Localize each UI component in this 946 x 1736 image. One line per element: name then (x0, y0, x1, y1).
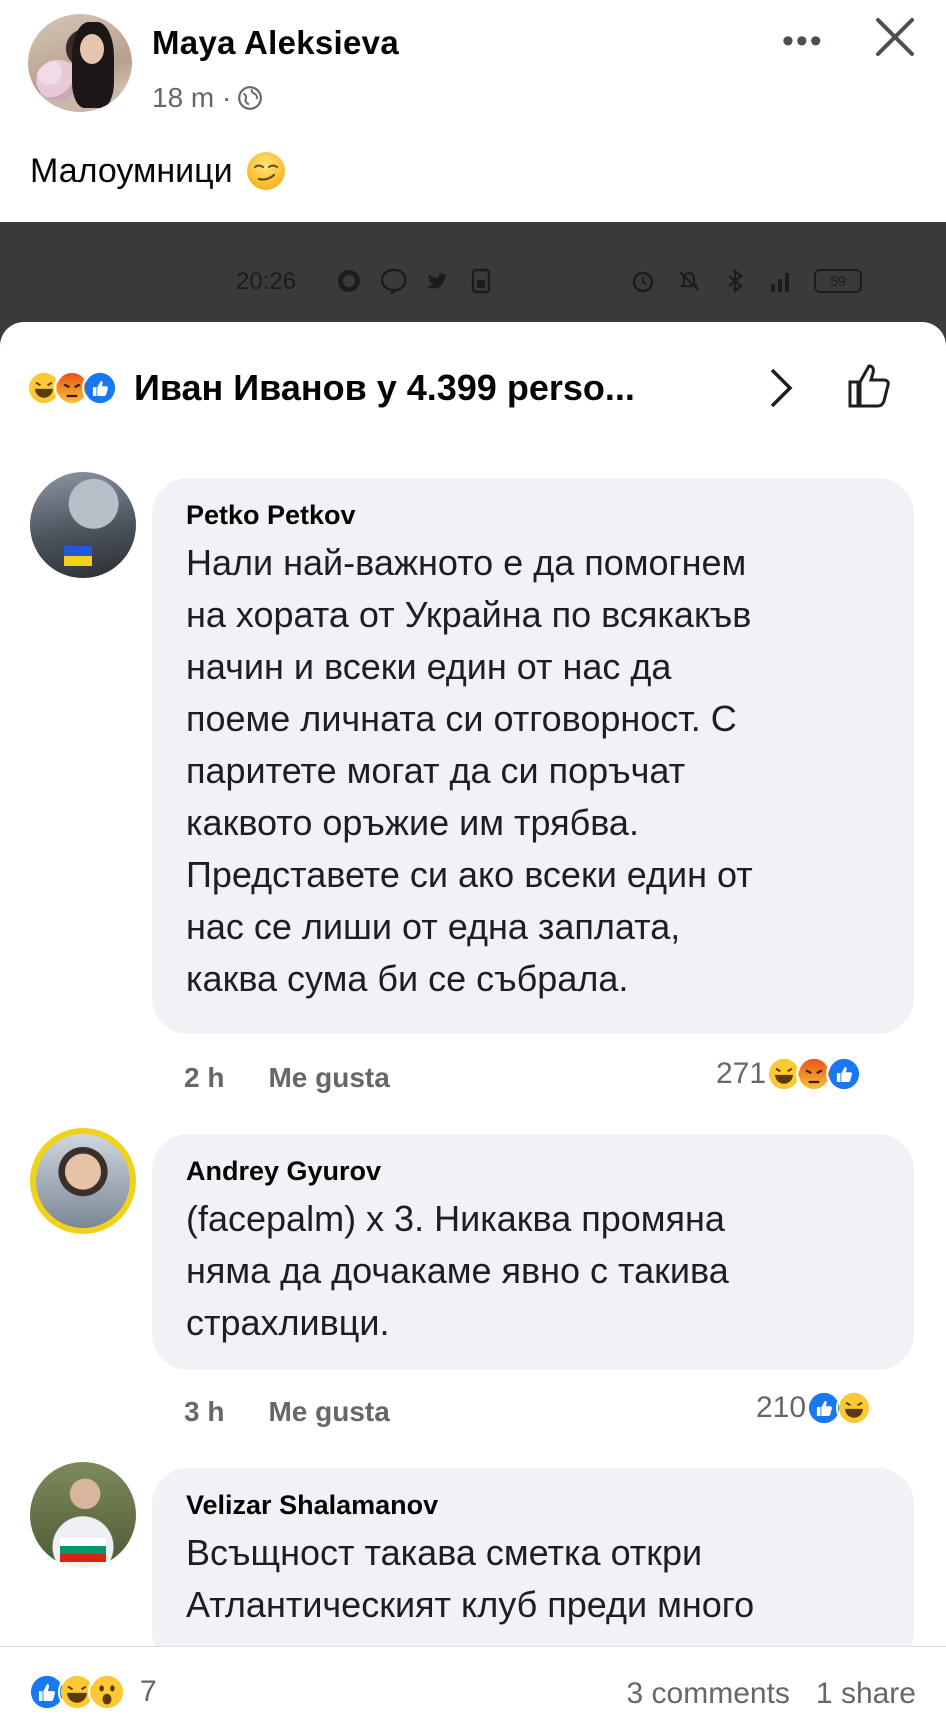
comment-bubble: Andrey Gyurov (facepalm) x 3. Никаква пр… (152, 1134, 914, 1370)
messenger-icon (380, 268, 406, 294)
comment-line: нас се лиши от една заплата, (186, 906, 681, 947)
like-reaction-icon (82, 370, 118, 406)
reaction-stack (806, 1390, 873, 1426)
comment-footer: 3 h Me gusta (184, 1396, 390, 1428)
post-text-content: Малоумници (30, 151, 233, 190)
chevron-right-icon[interactable] (766, 364, 796, 412)
comment-line: каква сума би се събрала. (186, 958, 629, 999)
commenter-avatar[interactable] (30, 1128, 136, 1234)
post-time[interactable]: 18 m · (152, 82, 231, 114)
avatar-flag-green (60, 1546, 106, 1554)
status-left-icons (336, 268, 494, 294)
more-dots-icon[interactable]: ••• (782, 22, 824, 61)
alarm-icon (632, 271, 654, 293)
reactions-sheet: Иван Иванов y 4.399 perso... Petko Petko… (0, 322, 946, 1646)
post-meta: 18 m · (152, 82, 263, 114)
comment-bubble: Velizar Shalamanov Всъщност такава сметк… (152, 1468, 914, 1646)
avatar-flag (60, 1538, 106, 1546)
post-text: Малоумници (30, 150, 287, 192)
comment-time: 3 h (184, 1396, 225, 1427)
reaction-count: 7 (140, 1675, 157, 1708)
reaction-stack (26, 370, 118, 406)
comment-line: няма да дочакаме явно с такива (186, 1250, 729, 1291)
comments-count[interactable]: 3 comments (627, 1677, 790, 1711)
comment-footer: 2 h Me gusta (184, 1062, 390, 1094)
commenter-name[interactable]: Petko Petkov (186, 500, 880, 531)
globe-icon (238, 86, 263, 110)
reactions-header[interactable]: Иван Иванов y 4.399 perso... (26, 358, 926, 418)
comment-bubble: Petko Petkov Нали най-важното е да помог… (152, 478, 914, 1034)
reactions-summary: Иван Иванов y 4.399 perso... (134, 367, 635, 408)
comment-line: Представете си ако всеки един от (186, 854, 753, 895)
reaction-stack (766, 1056, 863, 1092)
phone-status-bar: 20:26 59 (0, 222, 946, 322)
comment-line: Нали най-важното е да помогнем (186, 542, 747, 583)
whatsapp-icon (338, 270, 360, 292)
post-reactions[interactable]: 7 (28, 1673, 157, 1711)
comment-reactions[interactable]: 271 (716, 1056, 863, 1092)
avatar-face (80, 34, 104, 64)
post-header: Maya Aleksieva 18 m · ••• (0, 0, 946, 130)
like-reaction-icon (826, 1056, 863, 1092)
status-time: 20:26 (236, 268, 297, 295)
comment-line: страхливци. (186, 1302, 390, 1343)
comment-reactions[interactable]: 210 (756, 1390, 873, 1426)
commenter-avatar[interactable] (30, 1462, 136, 1568)
comment-text: Нали най-важното е да помогнем на хората… (186, 537, 880, 1005)
like-outline-icon[interactable] (844, 360, 894, 412)
status-right-icons: 59 (630, 268, 862, 294)
mute-icon (679, 271, 699, 291)
comment-line: поеме личната си отговорност. С (186, 698, 737, 739)
battery-indicator: 59 (814, 269, 862, 293)
smirk-emoji-icon (246, 152, 285, 190)
avatar-flag (64, 546, 92, 556)
comment-text: (facepalm) x 3. Никаква промяна няма да … (186, 1193, 880, 1349)
comment-line: паритете могат да си поръчат (186, 750, 686, 791)
comment-text: Всъщност такава сметка откри Атлантическ… (186, 1527, 880, 1631)
embedded-screenshot: 20:26 59 Иван Иванов y 4.399 perso... Pe… (0, 222, 946, 1646)
sim-card-icon (471, 268, 491, 294)
comment-line: на хората от Украйна по всякакъв (186, 594, 752, 635)
reaction-count: 271 (716, 1057, 767, 1090)
author-name[interactable]: Maya Aleksieva (152, 24, 399, 62)
twitter-icon (427, 273, 448, 289)
comment-line: каквото оръжие им трябва. (186, 802, 639, 843)
commenter-name[interactable]: Velizar Shalamanov (186, 1490, 880, 1521)
wow-reaction-icon (88, 1673, 126, 1711)
reaction-count: 210 (756, 1391, 807, 1424)
comment-line: Всъщност такава сметка откри (186, 1532, 703, 1573)
comment-line: начин и всеки един от нас да (186, 646, 672, 687)
bluetooth-icon (728, 268, 743, 294)
like-button[interactable]: Me gusta (268, 1062, 389, 1094)
haha-reaction-icon (836, 1390, 873, 1426)
avatar-flag-yellow (64, 556, 92, 566)
commenter-name[interactable]: Andrey Gyurov (186, 1156, 880, 1187)
close-icon[interactable] (872, 14, 918, 60)
post-stats: 3 comments 1 share (627, 1677, 916, 1711)
shares-count[interactable]: 1 share (816, 1677, 916, 1711)
avatar-photo (36, 1134, 130, 1228)
commenter-avatar[interactable] (30, 472, 136, 578)
post-footer: 7 3 comments 1 share (0, 1646, 946, 1736)
signal-icon (771, 273, 789, 292)
comment-time: 2 h (184, 1062, 225, 1093)
avatar-flag-red (60, 1554, 106, 1562)
like-button[interactable]: Me gusta (268, 1396, 389, 1428)
comment-line: (facepalm) x 3. Никаква промяна (186, 1198, 725, 1239)
comment-line: Атлантическият клуб преди много (186, 1584, 755, 1625)
author-avatar[interactable] (28, 14, 132, 112)
